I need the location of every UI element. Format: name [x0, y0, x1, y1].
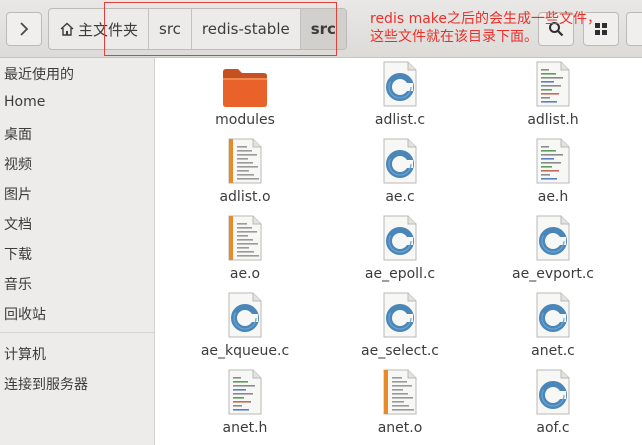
- file-name: ae.c: [385, 189, 415, 205]
- object-file-icon: [219, 137, 271, 185]
- file-item[interactable]: anet.o: [330, 368, 470, 436]
- annotation-text: redis make之后的会生成一些文件， 这些文件就在该目录下面。: [370, 10, 602, 46]
- file-item[interactable]: aof.c: [483, 368, 623, 436]
- sidebar-item-recent[interactable]: 最近使用的: [4, 64, 74, 84]
- forward-button[interactable]: [6, 12, 42, 46]
- file-item[interactable]: adlist.h: [483, 60, 623, 128]
- file-name: adlist.c: [374, 112, 426, 128]
- file-name: anet.h: [222, 420, 268, 436]
- file-item[interactable]: adlist.o: [175, 137, 315, 205]
- file-item[interactable]: ae_kqueue.c: [175, 291, 315, 359]
- file-item[interactable]: ae_epoll.c: [330, 214, 470, 282]
- home-icon: [60, 22, 74, 36]
- file-name: ae.h: [537, 189, 569, 205]
- c-source-file-icon: [374, 60, 426, 108]
- sidebar-item-connect-server[interactable]: 连接到服务器: [4, 374, 88, 394]
- file-name: anet.o: [377, 420, 423, 436]
- chevron-right-icon: [20, 22, 29, 36]
- annotation-highlight-box: [104, 2, 337, 56]
- file-item[interactable]: ae_evport.c: [483, 214, 623, 282]
- folder-icon: [219, 60, 271, 108]
- menu-button[interactable]: [626, 12, 642, 46]
- file-name: ae_kqueue.c: [200, 343, 290, 359]
- c-source-file-icon: [219, 291, 271, 339]
- c-header-file-icon: [527, 60, 579, 108]
- sidebar-item-computer[interactable]: 计算机: [4, 344, 46, 364]
- c-source-file-icon: [374, 214, 426, 262]
- sidebar-item-downloads[interactable]: 下载: [4, 244, 32, 264]
- object-file-icon: [219, 214, 271, 262]
- c-source-file-icon: [527, 368, 579, 416]
- file-name: ae_select.c: [361, 343, 439, 359]
- sidebar: 最近使用的 Home 桌面 视频 图片 文档 下载 音乐 回收站 计算机 连接到…: [0, 58, 155, 445]
- object-file-icon: [374, 368, 426, 416]
- sidebar-item-music[interactable]: 音乐: [4, 274, 32, 294]
- file-grid: modules adlist.c adlist.h adlist.o ae.c ae.h a…: [155, 58, 642, 445]
- file-name: anet.c: [531, 343, 575, 359]
- annotation-line-2: 这些文件就在该目录下面。: [370, 29, 538, 45]
- file-item[interactable]: ae.c: [330, 137, 470, 205]
- file-item[interactable]: anet.h: [175, 368, 315, 436]
- file-name: ae_evport.c: [512, 266, 594, 282]
- c-source-file-icon: [374, 291, 426, 339]
- file-item[interactable]: adlist.c: [330, 60, 470, 128]
- c-source-file-icon: [374, 137, 426, 185]
- file-name: aof.c: [536, 420, 570, 436]
- sidebar-item-videos[interactable]: 视频: [4, 154, 32, 174]
- c-source-file-icon: [527, 291, 579, 339]
- file-name: modules: [215, 112, 275, 128]
- file-item[interactable]: ae_select.c: [330, 291, 470, 359]
- annotation-line-1: redis make之后的会生成一些文件，: [370, 11, 602, 27]
- c-header-file-icon: [219, 368, 271, 416]
- file-item[interactable]: ae.o: [175, 214, 315, 282]
- sidebar-item-home[interactable]: Home: [4, 94, 45, 110]
- file-name: adlist.h: [527, 112, 579, 128]
- sidebar-item-desktop[interactable]: 桌面: [4, 124, 32, 144]
- c-source-file-icon: [527, 214, 579, 262]
- file-item[interactable]: ae.h: [483, 137, 623, 205]
- file-item[interactable]: anet.c: [483, 291, 623, 359]
- file-name: ae.o: [229, 266, 261, 282]
- sidebar-item-documents[interactable]: 文档: [4, 214, 32, 234]
- sidebar-separator: [0, 332, 154, 333]
- file-name: adlist.o: [219, 189, 271, 205]
- sidebar-item-pictures[interactable]: 图片: [4, 184, 32, 204]
- sidebar-item-trash[interactable]: 回收站: [4, 304, 46, 324]
- c-header-file-icon: [527, 137, 579, 185]
- file-name: ae_epoll.c: [364, 266, 436, 282]
- file-item[interactable]: modules: [175, 60, 315, 128]
